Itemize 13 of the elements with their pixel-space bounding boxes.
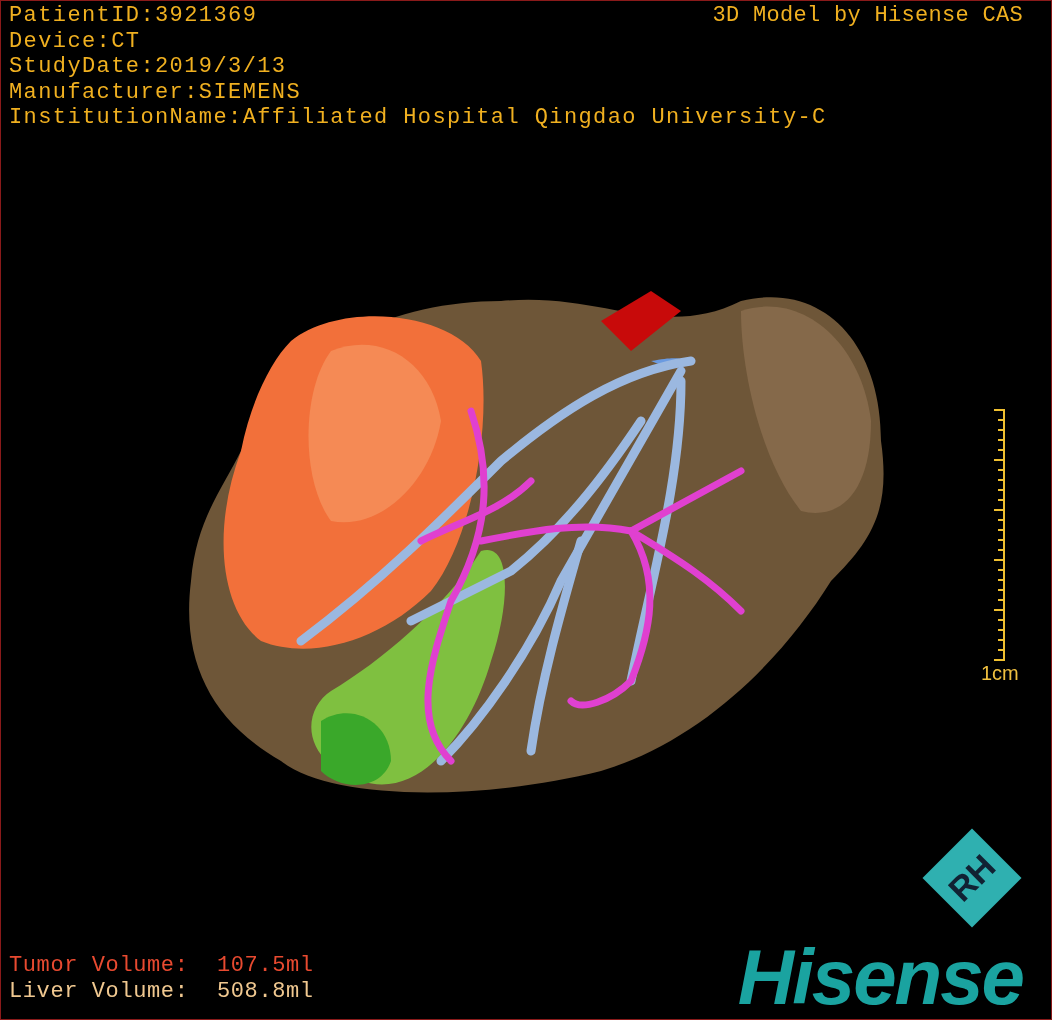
logo-mark: RH <box>922 828 1022 928</box>
info-line: PatientID:3921369 <box>9 3 258 29</box>
volume-label: Tumor Volume: <box>9 953 190 979</box>
volume-value: 508.8ml <box>217 979 314 1005</box>
viewer-title: 3D Model by Hisense CAS <box>712 3 1023 29</box>
brand-logo: Hisense <box>737 937 1023 1017</box>
info-line: Manufacturer:SIEMENS <box>9 79 302 105</box>
volume-label: Liver Volume: <box>9 979 190 1005</box>
info-line: InstitutionName:Affiliated Hospital Qingdao University-C <box>9 105 827 131</box>
volume-value: 107.5ml <box>217 953 314 979</box>
info-line: Device:CT <box>9 28 141 54</box>
scale-label: 1cm <box>981 661 1019 685</box>
info-line: StudyDate:2019/3/13 <box>9 54 287 80</box>
